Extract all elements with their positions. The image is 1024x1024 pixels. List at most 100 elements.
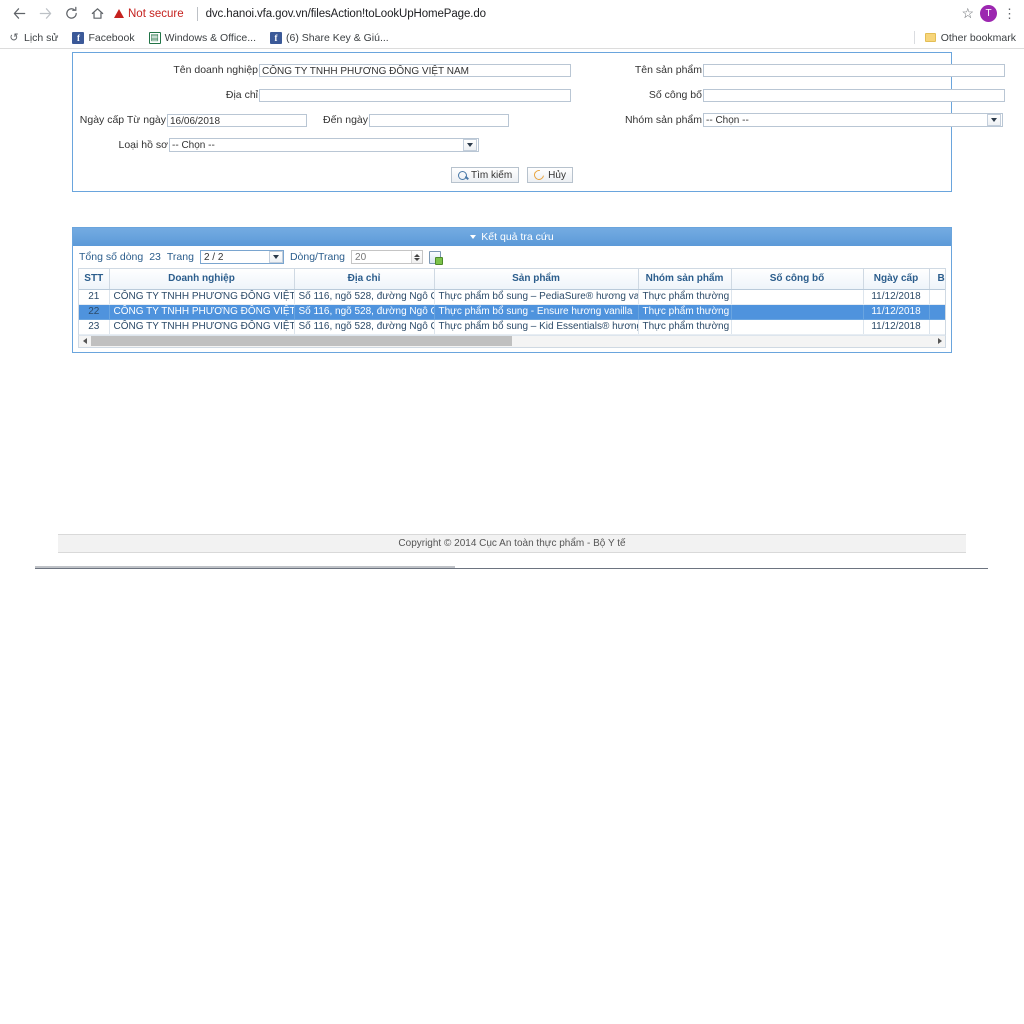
url-text: dvc.hanoi.vfa.gov.vn/filesAction!toLookU…	[205, 7, 486, 20]
field-row-product-group: Nhóm sản phẩm -- Chọn --	[571, 109, 1005, 131]
cell-announcement-no	[731, 289, 864, 305]
search-form-grid: Tên doanh nghiệp CÔNG TY TNHH PHƯƠNG ĐÔN…	[73, 53, 1005, 163]
announcement-no-input[interactable]	[703, 88, 1005, 102]
horizontal-scrollbar[interactable]	[78, 334, 946, 348]
other-bookmarks[interactable]: Other bookmark	[913, 27, 1016, 48]
chevron-down-icon[interactable]	[987, 114, 1001, 126]
company-name-label: Tên doanh nghiệp	[173, 64, 258, 76]
address-label: Địa chỉ	[225, 89, 258, 101]
chevron-up-icon	[414, 253, 421, 257]
cell-stt: 22	[79, 304, 110, 320]
bookmark-star-icon[interactable]: ☆	[961, 5, 974, 22]
export-excel-icon[interactable]	[429, 250, 444, 265]
dossier-type-select[interactable]: -- Chọn --	[169, 138, 479, 152]
product-group-select[interactable]: -- Chọn --	[703, 113, 1003, 127]
browser-menu-icon[interactable]: ⋮	[1003, 7, 1016, 20]
issue-date-from-input[interactable]: 16/06/2018	[167, 113, 307, 127]
search-form-right-column: Tên sản phẩm Số công bố Nhóm sản phẩm --…	[571, 59, 1005, 159]
table-row[interactable]: 22 CÔNG TY TNHH PHƯƠNG ĐÔNG VIỆT NAM Số …	[79, 304, 945, 320]
cell-extra	[929, 289, 945, 305]
copyright-text: Copyright © 2014 Cục An toàn thực phẩm -…	[398, 538, 626, 549]
bookmark-label: Windows & Office...	[164, 31, 257, 44]
cancel-button[interactable]: Hủy	[527, 167, 573, 183]
results-panel: Kết quả tra cứu Tổng số dòng 23 Trang 2 …	[72, 227, 952, 353]
issue-date-to-input[interactable]	[369, 113, 509, 127]
total-rows-label: Tổng số dòng	[79, 251, 144, 263]
total-rows-value: 23	[149, 251, 161, 263]
bookmarks-bar: ↺ Lịch sử f Facebook ▤ Windows & Office.…	[0, 27, 1024, 48]
scroll-left-arrow-icon[interactable]	[79, 336, 90, 347]
field-row-spacer	[571, 134, 1005, 156]
chevron-down-icon[interactable]	[268, 251, 283, 263]
rows-per-page-stepper[interactable]: 20	[351, 250, 424, 264]
cell-stt: 21	[79, 289, 110, 305]
scroll-right-arrow-icon[interactable]	[934, 336, 945, 347]
field-row-product-name: Tên sản phẩm	[571, 59, 1005, 81]
col-header-issue-date[interactable]: Ngày cấp	[863, 269, 930, 290]
product-group-value: -- Chọn --	[706, 114, 749, 126]
page-select[interactable]: 2 / 2	[199, 250, 284, 264]
address-input[interactable]	[259, 88, 571, 102]
bookmarks-separator	[913, 31, 915, 44]
page-select-value: 2 / 2	[203, 251, 224, 263]
page-content: Tên doanh nghiệp CÔNG TY TNHH PHƯƠNG ĐÔN…	[0, 49, 1024, 1024]
scrollbar-thumb[interactable]	[91, 336, 512, 346]
search-form-left-column: Tên doanh nghiệp CÔNG TY TNHH PHƯƠNG ĐÔN…	[73, 59, 571, 159]
col-header-address[interactable]: Địa chỉ	[294, 269, 435, 290]
announcement-no-label: Số công bố	[648, 89, 702, 101]
search-button-label: Tìm kiếm	[471, 169, 513, 181]
history-icon: ↺	[9, 32, 19, 44]
scrollbar-track[interactable]	[513, 336, 934, 346]
field-row-issue-date: Ngày cấp Từ ngày 16/06/2018 Đến ngày	[73, 109, 571, 131]
browser-toolbar: Not secure dvc.hanoi.vfa.gov.vn/filesAct…	[0, 0, 1024, 27]
col-header-stt[interactable]: STT	[79, 269, 110, 290]
field-row-announcement-no: Số công bố	[571, 84, 1005, 106]
home-icon[interactable]	[84, 1, 110, 27]
cell-company: CÔNG TY TNHH PHƯƠNG ĐÔNG VIỆT NAM	[109, 319, 295, 335]
cell-stt: 23	[79, 319, 110, 335]
col-header-extra[interactable]: Bản	[929, 269, 945, 290]
bookmark-item-facebook[interactable]: f Facebook	[72, 31, 135, 44]
col-header-announcement-no[interactable]: Số công bố	[731, 269, 864, 290]
bookmark-label: (6) Share Key & Giú...	[286, 31, 389, 44]
page-footer: Copyright © 2014 Cục An toàn thực phẩm -…	[58, 534, 966, 553]
cell-announcement-no	[731, 319, 864, 335]
browser-chrome: Not secure dvc.hanoi.vfa.gov.vn/filesAct…	[0, 0, 1024, 49]
stepper-arrows[interactable]	[411, 251, 423, 263]
omnibox-separator	[196, 6, 198, 21]
back-arrow-icon[interactable]	[6, 1, 32, 27]
cell-announcement-no	[731, 304, 864, 320]
table-row[interactable]: 21 CÔNG TY TNHH PHƯƠNG ĐÔNG VIỆT NAM Số …	[79, 289, 945, 305]
reload-icon[interactable]	[58, 1, 84, 27]
issue-date-to-label: Đến ngày	[323, 114, 368, 126]
address-bar[interactable]: Not secure dvc.hanoi.vfa.gov.vn/filesAct…	[114, 4, 949, 24]
cell-issue-date: 11/12/2018	[863, 289, 930, 305]
company-name-input[interactable]: CÔNG TY TNHH PHƯƠNG ĐÔNG VIỆT NAM	[259, 63, 571, 77]
dossier-type-value: -- Chọn --	[172, 139, 215, 151]
avatar[interactable]: T	[980, 5, 997, 22]
results-header-title: Kết quả tra cứu	[481, 231, 554, 243]
cell-company: CÔNG TY TNHH PHƯƠNG ĐÔNG VIỆT NAM	[109, 289, 295, 305]
chevron-down-icon[interactable]	[463, 139, 477, 151]
search-button[interactable]: Tìm kiếm	[451, 167, 520, 183]
pagination-toolbar: Tổng số dòng 23 Trang 2 / 2 Dòng/Trang 2…	[73, 246, 951, 268]
col-header-company[interactable]: Doanh nghiệp	[109, 269, 295, 290]
cell-product-group: Thực phẩm thường	[638, 289, 732, 305]
field-row-address: Địa chỉ	[73, 84, 571, 106]
cell-product-group: Thực phẩm thường	[638, 304, 732, 320]
search-form-panel: Tên doanh nghiệp CÔNG TY TNHH PHƯƠNG ĐÔN…	[72, 52, 1005, 192]
col-header-product-group[interactable]: Nhóm sản phẩm	[638, 269, 732, 290]
dossier-type-label: Loại hồ sơ	[118, 139, 168, 151]
table-row[interactable]: 23 CÔNG TY TNHH PHƯƠNG ĐÔNG VIỆT NAM Số …	[79, 319, 945, 335]
security-indicator[interactable]: Not secure	[114, 8, 191, 20]
cell-product-group: Thực phẩm thường	[638, 319, 732, 335]
bookmark-item-windows-office[interactable]: ▤ Windows & Office...	[148, 31, 257, 44]
bookmark-item-share-key[interactable]: f (6) Share Key & Giú...	[270, 31, 389, 44]
results-header-bar[interactable]: Kết quả tra cứu	[73, 228, 951, 246]
bookmark-item-history[interactable]: ↺ Lịch sử	[8, 32, 58, 45]
col-header-product[interactable]: Sản phẩm	[434, 269, 639, 290]
field-row-dossier-type: Loại hồ sơ -- Chọn --	[73, 134, 571, 156]
cell-address: Số 116, ngõ 528, đường Ngô Gi...	[294, 289, 435, 305]
cell-product: Thực phẩm bổ sung – PediaSure® hương van…	[434, 289, 639, 305]
product-name-input[interactable]	[703, 63, 1005, 77]
